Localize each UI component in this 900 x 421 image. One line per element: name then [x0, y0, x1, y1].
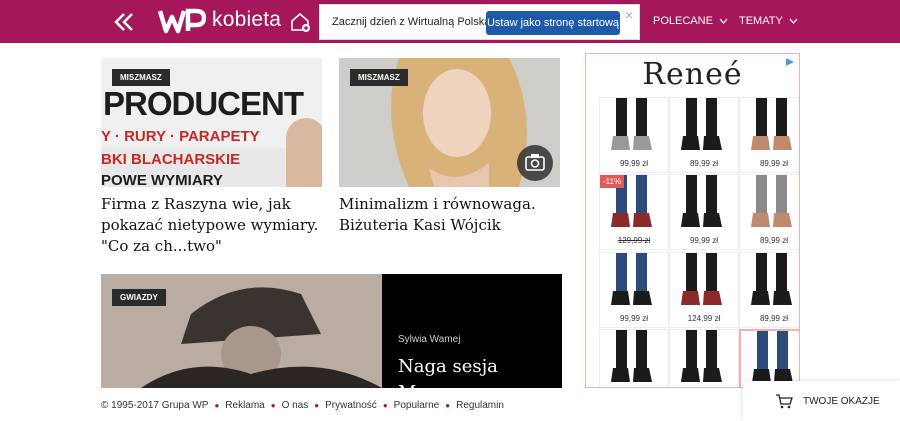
set-homepage-icon[interactable] [289, 11, 311, 33]
top-navigation-bar: kobieta Zacznij dzień z Wirtualną Polską… [0, 0, 900, 43]
nav-tematy[interactable]: TEMATY [739, 15, 798, 27]
logo-text: kobieta [212, 8, 282, 31]
category-badge[interactable]: MISZMASZ [112, 69, 170, 86]
product-image [751, 175, 792, 227]
footer: © 1995-2017 Grupa WP ● Reklama ● O nas ●… [101, 400, 504, 411]
product-price: 89,99 zł [759, 314, 789, 323]
wp-logo-icon [158, 8, 206, 34]
product-image [751, 98, 792, 150]
product-image [681, 98, 722, 150]
popup-message: Zacznij dzień z Wirtualną Polską. [332, 16, 494, 28]
chevron-down-icon [789, 18, 798, 24]
product-image [681, 330, 722, 382]
banner-line: POWE WYMIARY [101, 172, 223, 187]
set-homepage-button[interactable]: Ustaw jako stronę startową [486, 11, 620, 35]
wp-kobieta-logo[interactable]: kobieta [158, 5, 281, 35]
article-title[interactable]: Minimalizm i równowaga. Biżuteria Kasi W… [339, 194, 564, 236]
article-author: Sylwia Wamej [398, 334, 461, 345]
advertisement-renee[interactable]: Reneé 99,99 zł 89,99 zł 89,99 zł 129,99 zł -… [585, 53, 800, 388]
product-tile[interactable]: 124,99 zł [669, 252, 739, 328]
footer-link-regulamin[interactable]: Regulamin [456, 400, 504, 411]
footer-link-popularne[interactable]: Popularne [394, 400, 440, 411]
your-deals-button[interactable]: TWOJE OKAZJE [743, 381, 900, 421]
banner-line: Y · RURY · PARAPETY [101, 128, 260, 145]
person-silhouette [286, 118, 322, 187]
discount-badge: -11% [600, 175, 625, 188]
double-chevron-left-icon[interactable] [112, 10, 136, 34]
article-title[interactable]: Naga sesja M [398, 354, 498, 388]
product-tile[interactable] [739, 329, 799, 387]
product-image [752, 331, 793, 383]
product-price: 89,99 zł [759, 236, 789, 245]
deals-label: TWOJE OKAZJE [803, 395, 880, 407]
close-icon[interactable]: × [625, 7, 633, 23]
product-tile[interactable]: 89,99 zł [739, 252, 799, 328]
product-price: 89,99 zł [759, 159, 789, 168]
product-tile[interactable]: 99,99 zł [599, 252, 669, 328]
featured-article[interactable]: Sylwia Wamej Naga sesja M [101, 274, 562, 388]
footer-link-o-nas[interactable]: O nas [282, 400, 309, 411]
product-image [611, 98, 652, 150]
category-badge[interactable]: GWIAZDY [112, 289, 166, 306]
article-text-panel: Sylwia Wamej Naga sesja M [382, 274, 562, 388]
nav-label: TEMATY [739, 15, 783, 27]
product-tile[interactable]: 99,99 zł [669, 174, 739, 250]
adchoices-icon[interactable] [784, 57, 796, 67]
gallery-camera-icon[interactable] [517, 145, 553, 181]
product-price: 99,99 zł [689, 236, 719, 245]
product-image [751, 253, 792, 305]
product-image [611, 330, 652, 382]
product-image [681, 175, 722, 227]
chevron-down-icon [719, 18, 728, 24]
ad-brand-logo: Reneé [642, 57, 743, 92]
footer-link-reklama[interactable]: Reklama [225, 400, 264, 411]
product-tile[interactable]: 89,99 zł [739, 97, 799, 173]
product-tile[interactable]: 89,99 zł [669, 97, 739, 173]
footer-link-prywatnosc[interactable]: Prywatność [325, 400, 377, 411]
product-price: 124,99 zł [687, 314, 721, 323]
category-badge[interactable]: MISZMASZ [350, 69, 408, 86]
product-tile[interactable]: 89,99 zł [739, 174, 799, 250]
product-tile[interactable]: 99,99 zł [599, 97, 669, 173]
product-price: 89,99 zł [689, 159, 719, 168]
nav-polecane[interactable]: POLECANE [653, 15, 728, 27]
product-price: 99,99 zł [619, 314, 649, 323]
product-image [681, 253, 722, 305]
product-tile[interactable] [599, 329, 669, 387]
banner-heading: PRODUCENT [103, 85, 304, 122]
product-price: 129,99 zł [617, 236, 651, 245]
shopping-cart-icon [776, 394, 793, 409]
product-price: 99,99 zł [619, 159, 649, 168]
nav-label: POLECANE [653, 15, 713, 27]
banner-line: BKI BLACHARSKIE [101, 151, 241, 168]
product-image [611, 253, 652, 305]
product-tile[interactable] [669, 329, 739, 387]
product-tile[interactable]: 129,99 zł -11% [599, 174, 669, 250]
homepage-popup: Zacznij dzień z Wirtualną Polską. Ustaw … [319, 4, 640, 40]
article-title[interactable]: Firma z Raszyna wie, jak pokazać nietypo… [101, 194, 326, 257]
copyright: © 1995-2017 Grupa WP [101, 400, 209, 411]
